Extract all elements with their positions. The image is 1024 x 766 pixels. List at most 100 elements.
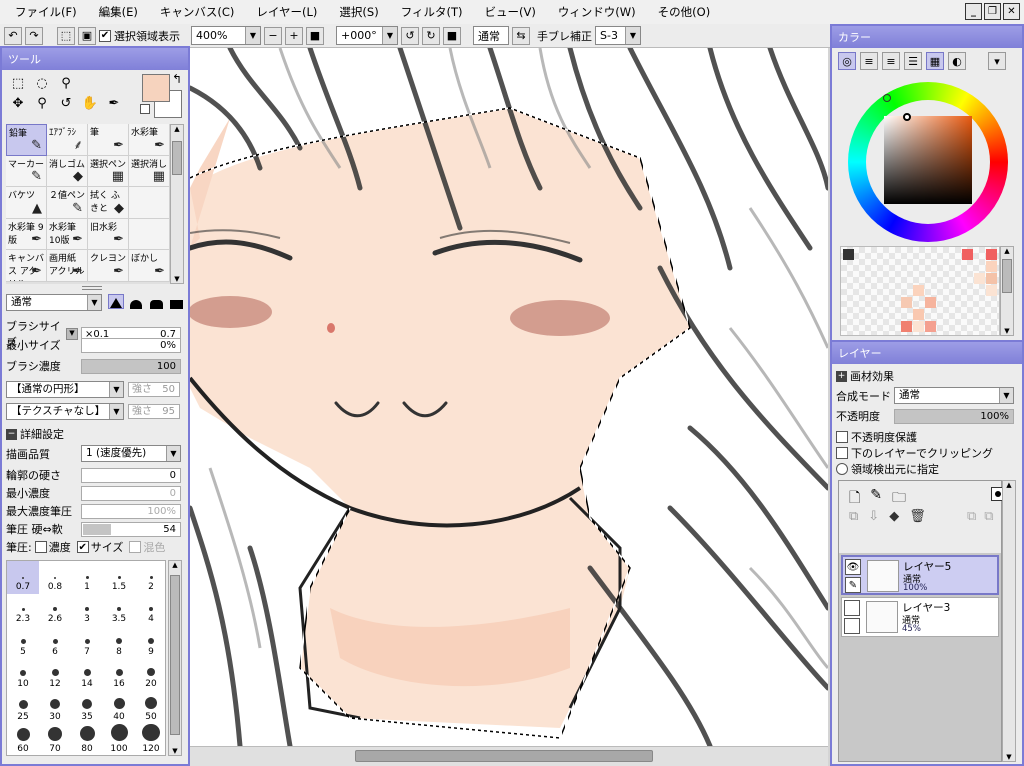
saturation-value-square[interactable] xyxy=(884,116,972,204)
brush-slot[interactable]: マーカー ✎ xyxy=(6,155,47,187)
composite-dropdown[interactable]: 通常 ▼ xyxy=(894,387,1014,404)
drawing-canvas[interactable] xyxy=(190,48,828,746)
new-folder-icon[interactable]: 🗀 xyxy=(892,487,906,511)
palette-swatch[interactable] xyxy=(913,285,924,296)
size-preset[interactable]: 14 xyxy=(71,659,103,692)
rotate-icon[interactable]: ↺ xyxy=(56,94,76,112)
brush-slot[interactable]: 消しゴム ◆ xyxy=(47,155,88,187)
brush-slot[interactable]: ２値ペン ✎ xyxy=(47,187,88,219)
layer-item[interactable]: レイヤー3 通常 45% xyxy=(841,597,999,637)
size-preset[interactable]: 70 xyxy=(39,724,71,757)
close-button[interactable]: ✕ xyxy=(1003,3,1020,20)
size-preset[interactable]: 9 xyxy=(135,626,167,659)
size-preset[interactable]: 5 xyxy=(7,626,39,659)
size-preset[interactable]: 80 xyxy=(71,724,103,757)
minimize-button[interactable]: _ xyxy=(965,3,982,20)
zoom-out-button[interactable]: − xyxy=(264,26,282,45)
brush-slot[interactable]: 鉛筆 ✎ xyxy=(6,124,47,156)
color-wheel-icon[interactable]: ◎ xyxy=(838,52,856,70)
size-preset[interactable]: 16 xyxy=(103,659,135,692)
merge-visible-icon[interactable]: ⧉ xyxy=(984,509,993,524)
eyedropper-icon[interactable]: ✒ xyxy=(104,94,124,112)
shape-strength-field[interactable]: 強さ 50 xyxy=(128,382,180,397)
layer-scrollbar[interactable]: ▲ ▼ xyxy=(1002,480,1016,762)
clear-layer-icon[interactable]: ◆ xyxy=(889,509,899,524)
redo-button[interactable]: ↷ xyxy=(25,26,43,45)
shape-triangle-icon[interactable] xyxy=(108,294,124,309)
size-preset[interactable]: 100 xyxy=(103,724,135,757)
rgb-slider-icon[interactable]: ≡ xyxy=(860,52,878,70)
menu-item[interactable]: レイヤー(L) xyxy=(245,4,328,20)
protect-opacity-checkbox[interactable] xyxy=(836,431,848,443)
advanced-row[interactable]: − 詳細設定 xyxy=(6,426,64,442)
size-preset[interactable]: 25 xyxy=(7,691,39,724)
size-preset[interactable]: 12 xyxy=(39,659,71,692)
menu-item[interactable]: ウィンドウ(W) xyxy=(547,4,647,20)
size-preset[interactable]: 30 xyxy=(39,691,71,724)
scratchpad-icon[interactable]: ◐ xyxy=(948,52,966,70)
brush-slot[interactable]: 筆 ✒ xyxy=(88,124,129,156)
size-preset[interactable]: 20 xyxy=(135,659,167,692)
lock-icon[interactable] xyxy=(844,618,860,634)
brush-slot[interactable]: 水彩筆 ✒ xyxy=(129,124,170,156)
rotate-reset-button[interactable]: ■ xyxy=(443,26,461,45)
rotate-ccw-button[interactable]: ↺ xyxy=(401,26,419,45)
shape-soft-icon[interactable] xyxy=(148,294,164,309)
view-mode-dropdown[interactable]: 通常 xyxy=(473,26,509,45)
size-preset[interactable]: 120 xyxy=(135,723,167,757)
collapse-icon[interactable]: − xyxy=(6,428,17,440)
brush-slot[interactable]: 旧水彩 ✒ xyxy=(88,218,129,250)
brush-slot[interactable] xyxy=(129,187,170,219)
brush-slot[interactable]: 選択消し ▦ xyxy=(129,155,170,187)
hscroll-thumb[interactable] xyxy=(355,750,653,762)
deselect-button[interactable]: ⬚ xyxy=(57,26,75,45)
size-preset[interactable]: 60 xyxy=(7,724,39,757)
reset-colors-icon[interactable] xyxy=(140,104,150,114)
menu-item[interactable]: 選択(S) xyxy=(328,4,389,20)
menu-item[interactable]: フィルタ(T) xyxy=(390,4,474,20)
palette-icon[interactable]: ▦ xyxy=(926,52,944,70)
transfer-down-icon[interactable]: ⧉ xyxy=(967,509,976,524)
restore-button[interactable]: ❐ xyxy=(984,3,1001,20)
size-preset[interactable]: 8 xyxy=(103,626,135,659)
zoom-icon[interactable]: ⚲ xyxy=(32,94,52,112)
menu-item[interactable]: キャンバス(C) xyxy=(149,4,246,20)
undo-button[interactable]: ↶ xyxy=(4,26,22,45)
quality-dropdown[interactable]: 1 (速度優先) ▼ xyxy=(81,445,181,462)
max-pressure-field[interactable]: 100% xyxy=(81,503,181,519)
brush-slot[interactable]: バケツ ▲ xyxy=(6,187,47,219)
effects-row[interactable]: + 画材効果 xyxy=(836,368,894,384)
color-palette[interactable] xyxy=(840,246,1000,336)
palette-swatch[interactable] xyxy=(974,273,985,284)
hsv-slider-icon[interactable]: ≡ xyxy=(882,52,900,70)
zoom-in-button[interactable]: + xyxy=(285,26,303,45)
pressure-hard-soft-field[interactable]: 54 xyxy=(81,521,181,537)
shape-dropdown[interactable]: 【通常の円形】 ▼ xyxy=(6,381,124,398)
pressure-size-checkbox[interactable]: ✔ xyxy=(76,541,89,553)
brush-slot[interactable]: キャンバス アクリル✒ xyxy=(6,250,47,282)
size-preset[interactable]: 6 xyxy=(39,626,71,659)
new-vector-layer-icon[interactable]: ✎ xyxy=(870,487,882,511)
invert-selection-button[interactable]: ▣ xyxy=(78,26,96,45)
rotation-dropdown[interactable]: +000° ▼ xyxy=(336,26,398,45)
shape-flat-icon[interactable] xyxy=(168,294,184,309)
brush-slot[interactable]: ｴｱﾌﾞﾗｼ ⸙ xyxy=(47,124,88,156)
size-preset[interactable]: 1.5 xyxy=(103,561,135,594)
merge-down-icon[interactable]: ⇩ xyxy=(868,509,879,524)
palette-swatch[interactable] xyxy=(901,321,912,332)
brush-slot[interactable]: 選択ペン ▦ xyxy=(88,155,129,187)
rect-select-icon[interactable]: ⬚ xyxy=(8,74,28,92)
size-preset[interactable]: 0.7 xyxy=(7,561,39,594)
show-selection-checkbox[interactable]: ✔ xyxy=(99,29,111,42)
size-preset[interactable]: 10 xyxy=(7,659,39,692)
eye-icon[interactable] xyxy=(844,600,860,616)
eye-icon[interactable]: 👁 xyxy=(845,559,861,575)
rotate-cw-button[interactable]: ↻ xyxy=(422,26,440,45)
magic-wand-icon[interactable]: ⚲ xyxy=(56,74,76,92)
menu-item[interactable]: ビュー(V) xyxy=(473,4,546,20)
palette-swatch[interactable] xyxy=(843,249,854,260)
delete-layer-icon[interactable]: 🗑 xyxy=(909,509,926,524)
size-preset[interactable]: 35 xyxy=(71,691,103,724)
palette-swatch[interactable] xyxy=(962,249,973,260)
zoom-dropdown[interactable]: 400% ▼ xyxy=(191,26,261,45)
